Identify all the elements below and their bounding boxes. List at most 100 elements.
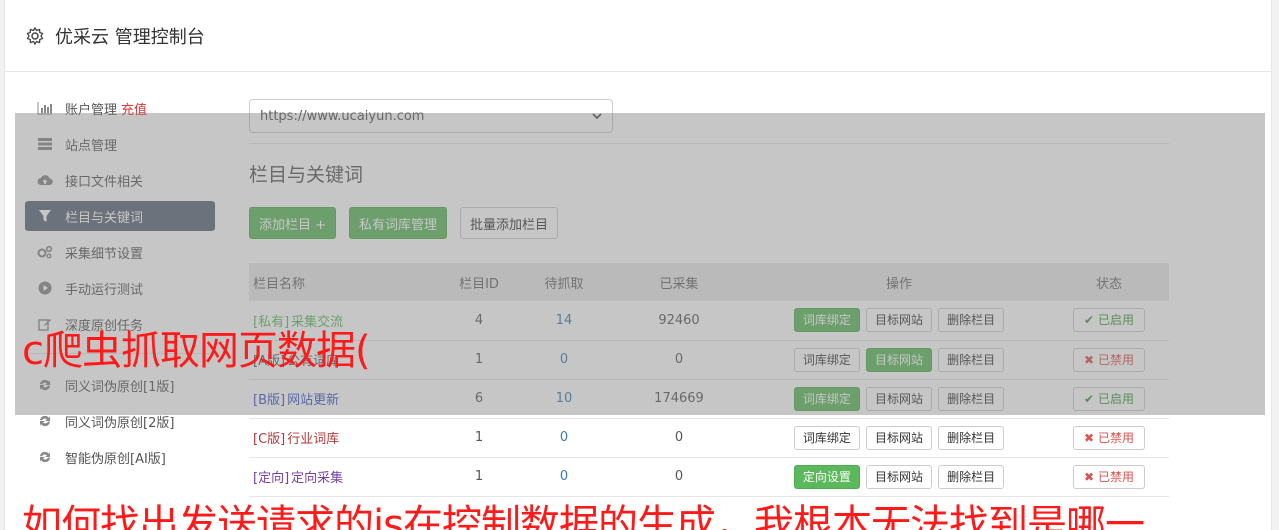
close-icon: ✖: [1084, 352, 1095, 367]
collected-count: 0: [674, 430, 684, 445]
status-label: 已启用: [1097, 391, 1134, 406]
column-header: 已采集: [659, 276, 699, 292]
column-tag: [定向]: [253, 471, 290, 486]
column-id: 6: [474, 391, 484, 406]
sidebar-item-label: 栏目与关键词: [65, 210, 144, 226]
sidebar-item-account[interactable]: 账户管理 充值: [25, 93, 215, 123]
gear-icon: [26, 26, 44, 45]
column-header: 栏目ID: [459, 276, 499, 292]
ops-cell: 词库绑定 目标网站 删除栏目: [749, 418, 1049, 457]
column-name: 网站更新: [287, 393, 340, 408]
add-column-button[interactable]: 添加栏目 +: [249, 207, 337, 239]
table-header: 栏目名称 栏目ID 待抓取 已采集 操作 状态: [249, 263, 1169, 301]
delete-column-button[interactable]: 删除栏目: [938, 464, 1005, 489]
target-site-button[interactable]: 目标网站: [865, 386, 932, 411]
table-row: [定向] 定向采集 1 0 0 定向设置 目标网站 删除栏目 ✖ 已禁用: [249, 457, 1169, 496]
target-site-button[interactable]: 目标网站: [865, 425, 932, 450]
column-id: 1: [474, 352, 484, 367]
column-header: 栏目名称: [253, 276, 306, 292]
sidebar-item-label: 站点管理: [65, 138, 118, 154]
column-name-cell[interactable]: [B版] 网站更新: [249, 379, 439, 418]
ops-cell: 词库绑定 目标网站 删除栏目: [749, 301, 1049, 340]
delete-column-button[interactable]: 删除栏目: [938, 425, 1005, 450]
sidebar-item-ai-original[interactable]: 智能伪原创[AI版]: [25, 442, 215, 472]
sidebar-item-label: 同义词伪原创[2版]: [65, 415, 175, 431]
bar-chart-icon: [37, 100, 53, 116]
ops-cell: 词库绑定 目标网站 删除栏目: [749, 379, 1049, 418]
bind-lib-button[interactable]: 词库绑定: [793, 425, 860, 450]
status-label: 已禁用: [1097, 352, 1134, 367]
ops-cell: 词库绑定 目标网站 删除栏目: [749, 340, 1049, 379]
column-name: 行业词库: [287, 432, 340, 447]
recharge-link[interactable]: 充值: [121, 99, 147, 118]
cogs-icon: [37, 244, 53, 260]
direct-settings-button[interactable]: 定向设置: [793, 464, 860, 489]
status-enabled-button[interactable]: ✔ 已启用: [1073, 308, 1145, 333]
close-icon: ✖: [1084, 469, 1095, 484]
collected-count: 174669: [654, 391, 704, 406]
bind-lib-button[interactable]: 词库绑定: [793, 347, 860, 372]
column-header: 操作: [885, 276, 912, 292]
check-icon: ✔: [1084, 313, 1095, 328]
status-disabled-button[interactable]: ✖ 已禁用: [1073, 425, 1145, 450]
target-site-button[interactable]: 目标网站: [865, 308, 932, 333]
sidebar-item-collect-settings[interactable]: 采集细节设置: [25, 237, 215, 267]
table-row: [C版] 行业词库 1 0 0 词库绑定 目标网站 删除栏目 ✖ 已禁用: [249, 418, 1169, 457]
column-header: 待抓取: [544, 276, 584, 292]
bind-lib-button[interactable]: 词库绑定: [793, 386, 860, 411]
delete-column-button[interactable]: 删除栏目: [938, 386, 1005, 411]
sidebar-item-label: 采集细节设置: [65, 246, 144, 262]
pending-count[interactable]: 14: [519, 301, 609, 340]
table-row: [A版] 公有词库 1 0 0 词库绑定 目标网站 删除栏目 ✖ 已禁用: [249, 340, 1169, 379]
server-icon: [37, 136, 53, 152]
header: 优采云 管理控制台: [5, 0, 1271, 72]
status-disabled-button[interactable]: ✖ 已禁用: [1073, 347, 1145, 372]
column-id: 1: [474, 430, 484, 445]
sidebar-item-synonym-v2[interactable]: 同义词伪原创[2版]: [25, 406, 215, 436]
watermark-text-2: 如何找出发送请求的js在控制数据的生成，我根本无法找到是哪一: [22, 502, 1145, 530]
sidebar: 账户管理 充值 站点管理 接口文件相关 栏目与关键词 采集细节设置 手动运行测试…: [25, 93, 215, 478]
bind-lib-button[interactable]: 词库绑定: [793, 308, 860, 333]
delete-column-button[interactable]: 删除栏目: [938, 308, 1005, 333]
batch-add-button[interactable]: 批量添加栏目: [460, 207, 559, 239]
column-tag: [B版]: [253, 393, 286, 408]
site-select[interactable]: https://www.ucaiyun.com: [249, 99, 613, 133]
private-lib-button[interactable]: 私有词库管理: [349, 207, 448, 239]
sidebar-item-label: 智能伪原创[AI版]: [65, 451, 166, 467]
console-panel: 优采云 管理控制台 账户管理 充值 站点管理 接口文件相关 栏目与关键词 采集细…: [4, 0, 1272, 530]
main-content: https://www.ucaiyun.com 栏目与关键词 添加栏目 + 私有…: [249, 99, 1169, 497]
target-site-button[interactable]: 目标网站: [865, 464, 932, 489]
status-disabled-button[interactable]: ✖ 已禁用: [1073, 464, 1145, 489]
delete-column-button[interactable]: 删除栏目: [938, 347, 1005, 372]
column-name-cell[interactable]: [定向] 定向采集: [249, 457, 439, 496]
pending-count[interactable]: 0: [519, 418, 609, 457]
watermark-text-1: c爬虫抓取网页数据(: [22, 328, 371, 374]
pending-count[interactable]: 0: [519, 340, 609, 379]
sidebar-item-manual-run[interactable]: 手动运行测试: [25, 273, 215, 303]
status-label: 已禁用: [1097, 430, 1134, 445]
collected-count: 0: [674, 352, 684, 367]
status-enabled-button[interactable]: ✔ 已启用: [1073, 386, 1145, 411]
status-label: 已启用: [1097, 313, 1134, 328]
sidebar-item-label: 接口文件相关: [65, 174, 144, 190]
page-title: 优采云 管理控制台: [55, 26, 205, 48]
pending-count[interactable]: 10: [519, 379, 609, 418]
refresh-icon: [37, 449, 53, 465]
target-site-button[interactable]: 目标网站: [865, 347, 932, 372]
chevron-down-icon: [592, 113, 602, 119]
table-row: [B版] 网站更新 6 10 174669 词库绑定 目标网站 删除栏目 ✔ 已启…: [249, 379, 1169, 418]
pending-count[interactable]: 0: [519, 457, 609, 496]
sidebar-item-columns[interactable]: 栏目与关键词: [25, 201, 215, 231]
sidebar-item-interface[interactable]: 接口文件相关: [25, 165, 215, 195]
divider: [249, 143, 1169, 144]
status-label: 已禁用: [1097, 469, 1134, 484]
sidebar-item-sites[interactable]: 站点管理: [25, 129, 215, 159]
column-name: 定向采集: [291, 471, 344, 486]
column-tag: [C版]: [253, 432, 286, 447]
column-name-cell[interactable]: [C版] 行业词库: [249, 418, 439, 457]
table-row: [私有] 采集交流 4 14 92460 词库绑定 目标网站 删除栏目 ✔ 已启用: [249, 301, 1169, 340]
refresh-icon: [37, 377, 53, 393]
sidebar-item-label: 账户管理: [65, 102, 118, 118]
play-circle-icon: [37, 280, 53, 296]
cloud-upload-icon: [37, 172, 53, 188]
